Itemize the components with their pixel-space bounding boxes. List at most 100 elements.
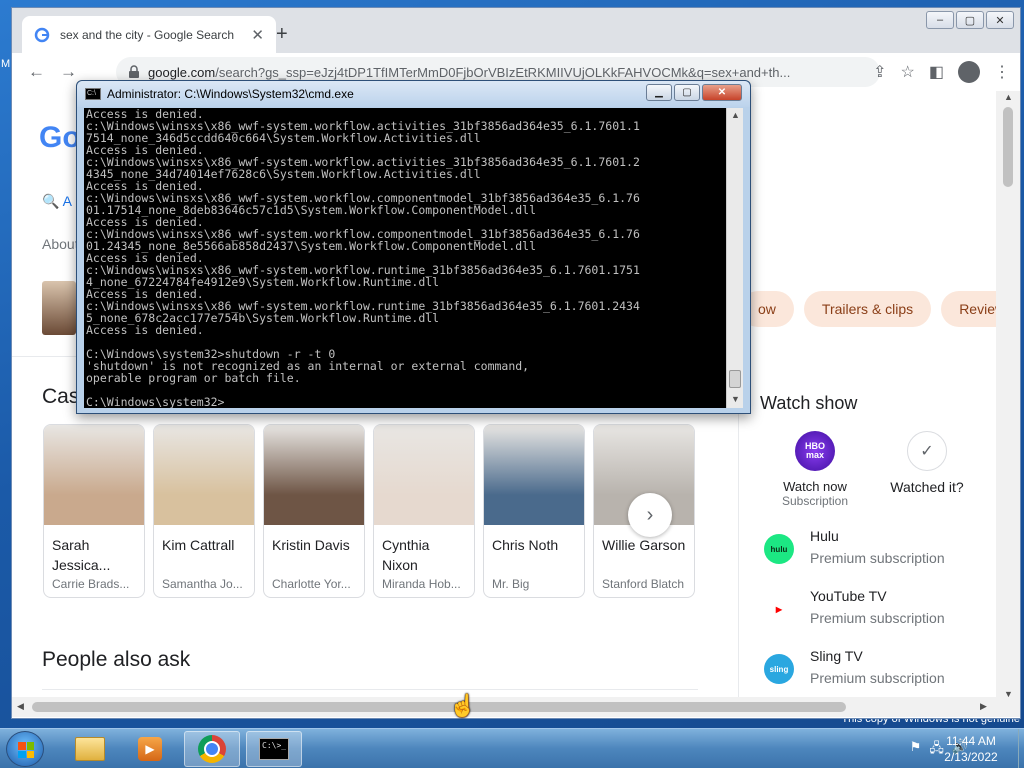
provider-youtube-tv[interactable]: ▶ YouTube TV Premium subscription bbox=[764, 588, 945, 626]
sling-logo-icon: sling bbox=[764, 654, 794, 684]
cast-role: Miranda Hob... bbox=[382, 577, 461, 591]
vertical-scrollbar[interactable]: ▲ ▼ bbox=[996, 91, 1020, 703]
cmd-close-button[interactable]: ✕ bbox=[702, 84, 742, 101]
hbo-max-logo: HBO max bbox=[795, 431, 835, 471]
cast-name: Kim Cattrall bbox=[162, 537, 235, 553]
desktop-fragment: M bbox=[1, 58, 11, 70]
cast-heading: Cas bbox=[42, 385, 80, 408]
profile-avatar[interactable] bbox=[958, 61, 980, 83]
show-thumbnail[interactable] bbox=[42, 281, 76, 335]
close-button[interactable]: ✕ bbox=[986, 11, 1014, 29]
scroll-right-icon[interactable]: ▶ bbox=[980, 701, 987, 712]
clock-date: 2/13/2022 bbox=[944, 750, 998, 764]
cast-name: Kristin Davis bbox=[272, 537, 350, 553]
watch-now-option[interactable]: HBO max Watch now Subscription bbox=[760, 431, 870, 508]
provider-sub: Premium subscription bbox=[810, 670, 945, 686]
menu-kebab-icon[interactable]: ⋮ bbox=[994, 62, 1010, 82]
cmd-window-controls: ▁ ▢ ✕ bbox=[646, 84, 742, 101]
maximize-button[interactable]: ▢ bbox=[956, 11, 984, 29]
cmd-maximize-button[interactable]: ▢ bbox=[674, 84, 700, 101]
watch-now-sub: Subscription bbox=[781, 494, 849, 508]
cast-role: Stanford Blatch bbox=[602, 577, 685, 591]
cmd-icon: C:\>_ bbox=[259, 738, 289, 760]
cmd-scroll-down-icon[interactable]: ▼ bbox=[731, 394, 740, 404]
forward-icon[interactable]: → bbox=[60, 62, 77, 82]
cast-role: Mr. Big bbox=[492, 577, 530, 591]
new-tab-button[interactable]: + bbox=[276, 24, 288, 44]
youtube-logo-icon: ▶ bbox=[764, 594, 794, 624]
action-center-flag-icon[interactable]: ⚑ bbox=[910, 739, 922, 761]
clock-time: 11:44 AM bbox=[946, 734, 996, 748]
console-line: Access is denied. bbox=[86, 323, 204, 337]
taskbar-cmd[interactable]: C:\>_ bbox=[246, 731, 302, 767]
google-logo[interactable]: Go bbox=[39, 121, 81, 155]
side-panel-icon[interactable]: ◧ bbox=[929, 62, 944, 82]
cmd-window[interactable]: C:\ Administrator: C:\Windows\System32\c… bbox=[76, 80, 751, 414]
provider-sub: Premium subscription bbox=[810, 610, 945, 626]
tab-close-icon[interactable]: ✕ bbox=[251, 26, 264, 44]
cast-role: Samantha Jo... bbox=[162, 577, 243, 591]
taskbar-media-player[interactable]: ▶ bbox=[122, 731, 178, 767]
tab-google-search[interactable]: sex and the city - Google Search ✕ bbox=[22, 16, 276, 53]
cast-name: Cynthia Nixon bbox=[382, 537, 430, 573]
carousel-next-icon[interactable]: › bbox=[628, 493, 672, 537]
cast-photo bbox=[484, 425, 584, 525]
show-desktop-button[interactable] bbox=[1018, 729, 1024, 768]
start-button[interactable] bbox=[6, 731, 44, 767]
share-icon[interactable]: ⇪ bbox=[873, 62, 886, 82]
lock-icon bbox=[129, 65, 139, 78]
clock[interactable]: 11:44 AM 2/13/2022 bbox=[926, 733, 1016, 765]
cast-photo bbox=[154, 425, 254, 525]
divider bbox=[42, 689, 698, 690]
chip-reviews[interactable]: Review bbox=[941, 291, 998, 327]
chip-trailers[interactable]: Trailers & clips bbox=[803, 291, 932, 327]
bookmark-star-icon[interactable]: ☆ bbox=[901, 62, 915, 82]
cmd-scroll-thumb[interactable] bbox=[729, 370, 741, 388]
console-line: operable program or batch file. bbox=[86, 371, 301, 385]
cast-photo bbox=[374, 425, 474, 525]
horizontal-scrollbar[interactable]: ◀ ▶ bbox=[12, 697, 1020, 717]
url-text: google.com/search?gs_ssp=eJzj4tDP1TfIMTe… bbox=[148, 64, 791, 80]
cast-card[interactable]: Kristin Davis Charlotte Yor... bbox=[263, 424, 365, 598]
cast-carousel: Sarah Jessica... Carrie Brads... Kim Cat… bbox=[43, 424, 695, 598]
cast-role: Charlotte Yor... bbox=[272, 577, 351, 591]
provider-sling-tv[interactable]: sling Sling TV Premium subscription bbox=[764, 648, 945, 686]
tab-title: sex and the city - Google Search bbox=[60, 27, 235, 42]
scroll-left-icon[interactable]: ◀ bbox=[17, 701, 24, 712]
cast-role: Carrie Brads... bbox=[52, 577, 130, 591]
cast-card[interactable]: Chris Noth Mr. Big bbox=[483, 424, 585, 598]
back-icon[interactable]: ← bbox=[28, 62, 45, 82]
cmd-title: Administrator: C:\Windows\System32\cmd.e… bbox=[107, 87, 354, 101]
chrome-icon bbox=[198, 735, 226, 763]
taskbar-explorer[interactable] bbox=[62, 731, 118, 767]
hulu-logo-icon: hulu bbox=[764, 534, 794, 564]
horizontal-scroll-thumb[interactable] bbox=[32, 702, 846, 712]
cmd-scrollbar[interactable]: ▲ ▼ bbox=[726, 108, 743, 408]
cast-card[interactable]: Cynthia Nixon Miranda Hob... bbox=[373, 424, 475, 598]
media-player-icon: ▶ bbox=[138, 737, 162, 761]
cmd-minimize-button[interactable]: ▁ bbox=[646, 84, 672, 101]
cast-photo bbox=[264, 425, 364, 525]
mouse-cursor-icon: ☝ bbox=[449, 693, 477, 718]
provider-name: Hulu bbox=[810, 528, 839, 544]
toolbar-actions: ⇪ ☆ ◧ ⋮ bbox=[873, 61, 1010, 83]
cast-name: Sarah Jessica... bbox=[52, 537, 111, 573]
provider-hulu[interactable]: hulu Hulu Premium subscription bbox=[764, 528, 945, 566]
tab-all[interactable]: 🔍 A bbox=[42, 193, 72, 210]
minimize-button[interactable]: – bbox=[926, 11, 954, 29]
cast-card[interactable]: Kim Cattrall Samantha Jo... bbox=[153, 424, 255, 598]
console-output[interactable]: Access is denied. c:\Windows\winsxs\x86_w… bbox=[84, 108, 727, 408]
vertical-scroll-thumb[interactable] bbox=[1003, 107, 1013, 187]
watched-it-label: Watched it? bbox=[890, 479, 964, 495]
provider-name: YouTube TV bbox=[810, 588, 887, 604]
cmd-title-bar[interactable]: C:\ Administrator: C:\Windows\System32\c… bbox=[77, 81, 750, 107]
folder-icon bbox=[75, 737, 105, 761]
cast-card[interactable]: Sarah Jessica... Carrie Brads... bbox=[43, 424, 145, 598]
scroll-up-icon[interactable]: ▲ bbox=[1004, 92, 1013, 102]
taskbar: ▶ C:\>_ ⚑ 🖧 🔊 11:44 AM 2/13/2022 bbox=[0, 728, 1024, 768]
checkmark-icon: ✓ bbox=[907, 431, 947, 471]
cmd-scroll-up-icon[interactable]: ▲ bbox=[731, 110, 740, 120]
cast-photo bbox=[44, 425, 144, 525]
taskbar-chrome[interactable] bbox=[184, 731, 240, 767]
watched-it-option[interactable]: ✓ Watched it? bbox=[872, 431, 982, 495]
